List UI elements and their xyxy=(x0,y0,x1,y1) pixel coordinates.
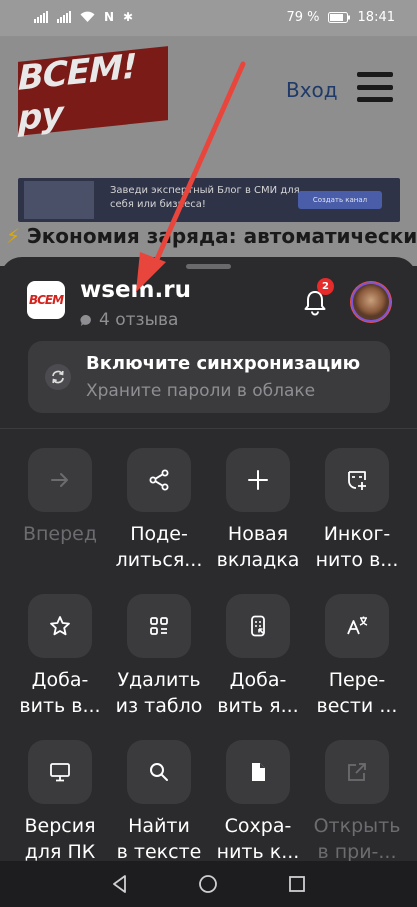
back-icon[interactable] xyxy=(110,874,130,894)
annotation-arrow xyxy=(136,61,246,292)
home-icon[interactable] xyxy=(198,874,218,894)
recents-icon[interactable] xyxy=(287,874,307,894)
system-nav-bar xyxy=(0,861,417,907)
